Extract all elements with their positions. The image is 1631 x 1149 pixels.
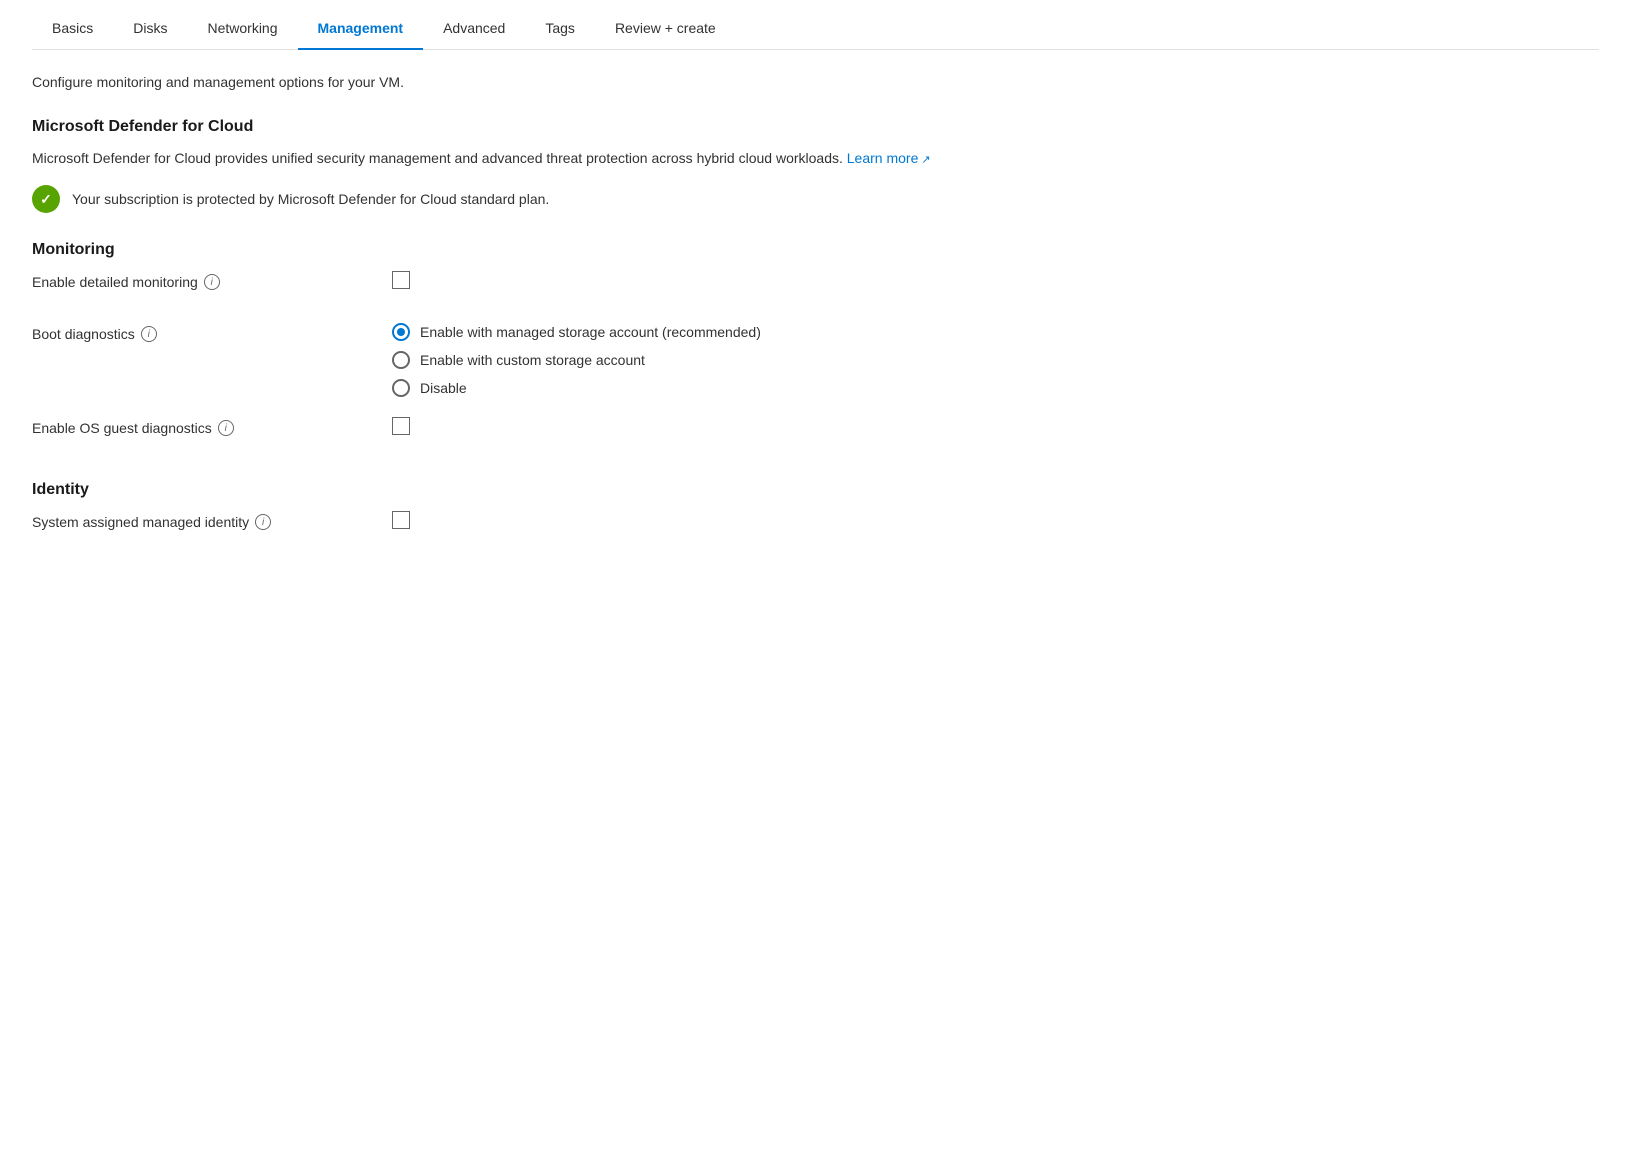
- identity-section: Identity System assigned managed identit…: [32, 481, 1599, 543]
- tab-networking[interactable]: Networking: [187, 8, 297, 50]
- boot-diagnostics-disable-label: Disable: [420, 380, 467, 396]
- tab-basics[interactable]: Basics: [32, 8, 113, 50]
- protected-banner: Your subscription is protected by Micros…: [32, 185, 1599, 213]
- enable-os-guest-diagnostics-row: Enable OS guest diagnostics i: [32, 417, 1599, 449]
- learn-more-link[interactable]: Learn more↗: [847, 150, 931, 166]
- enable-detailed-monitoring-label: Enable detailed monitoring i: [32, 271, 392, 290]
- boot-diagnostics-row: Boot diagnostics i Enable with managed s…: [32, 323, 1599, 397]
- boot-diagnostics-info-icon[interactable]: i: [141, 326, 157, 342]
- system-assigned-managed-identity-info-icon[interactable]: i: [255, 514, 271, 530]
- boot-diagnostics-managed-storage-radio[interactable]: [392, 323, 410, 341]
- identity-section-title: Identity: [32, 481, 1599, 499]
- defender-section: Microsoft Defender for Cloud Microsoft D…: [32, 118, 1599, 213]
- tab-review-create[interactable]: Review + create: [595, 8, 736, 50]
- boot-diagnostics-disable-option[interactable]: Disable: [392, 379, 761, 397]
- system-assigned-managed-identity-label: System assigned managed identity i: [32, 511, 392, 530]
- enable-os-guest-diagnostics-control: [392, 417, 410, 435]
- boot-diagnostics-managed-storage-label: Enable with managed storage account (rec…: [420, 324, 761, 340]
- enable-os-guest-diagnostics-label: Enable OS guest diagnostics i: [32, 417, 392, 436]
- boot-diagnostics-options: Enable with managed storage account (rec…: [392, 323, 761, 397]
- boot-diagnostics-managed-storage-option[interactable]: Enable with managed storage account (rec…: [392, 323, 761, 341]
- tabs-navigation: Basics Disks Networking Management Advan…: [32, 0, 1599, 50]
- page-subtitle: Configure monitoring and management opti…: [32, 74, 1599, 90]
- check-circle-icon: [32, 185, 60, 213]
- enable-detailed-monitoring-info-icon[interactable]: i: [204, 274, 220, 290]
- boot-diagnostics-custom-storage-label: Enable with custom storage account: [420, 352, 645, 368]
- tab-disks[interactable]: Disks: [113, 8, 187, 50]
- defender-description: Microsoft Defender for Cloud provides un…: [32, 148, 1599, 169]
- system-assigned-managed-identity-control: [392, 511, 410, 529]
- boot-diagnostics-label: Boot diagnostics i: [32, 323, 392, 342]
- external-link-icon: ↗: [921, 152, 930, 169]
- enable-detailed-monitoring-control: [392, 271, 410, 289]
- monitoring-section-title: Monitoring: [32, 241, 1599, 259]
- tab-tags[interactable]: Tags: [525, 8, 595, 50]
- boot-diagnostics-disable-radio[interactable]: [392, 379, 410, 397]
- enable-os-guest-diagnostics-info-icon[interactable]: i: [218, 420, 234, 436]
- boot-diagnostics-custom-storage-option[interactable]: Enable with custom storage account: [392, 351, 761, 369]
- enable-detailed-monitoring-checkbox[interactable]: [392, 271, 410, 289]
- enable-detailed-monitoring-row: Enable detailed monitoring i: [32, 271, 1599, 303]
- page-container: Basics Disks Networking Management Advan…: [0, 0, 1631, 599]
- content-area: Configure monitoring and management opti…: [32, 50, 1599, 599]
- system-assigned-managed-identity-row: System assigned managed identity i: [32, 511, 1599, 543]
- system-assigned-managed-identity-checkbox[interactable]: [392, 511, 410, 529]
- tab-advanced[interactable]: Advanced: [423, 8, 525, 50]
- monitoring-section: Monitoring Enable detailed monitoring i …: [32, 241, 1599, 449]
- enable-os-guest-diagnostics-checkbox[interactable]: [392, 417, 410, 435]
- defender-section-title: Microsoft Defender for Cloud: [32, 118, 1599, 136]
- boot-diagnostics-custom-storage-radio[interactable]: [392, 351, 410, 369]
- protected-message: Your subscription is protected by Micros…: [72, 191, 549, 207]
- tab-management[interactable]: Management: [298, 8, 424, 50]
